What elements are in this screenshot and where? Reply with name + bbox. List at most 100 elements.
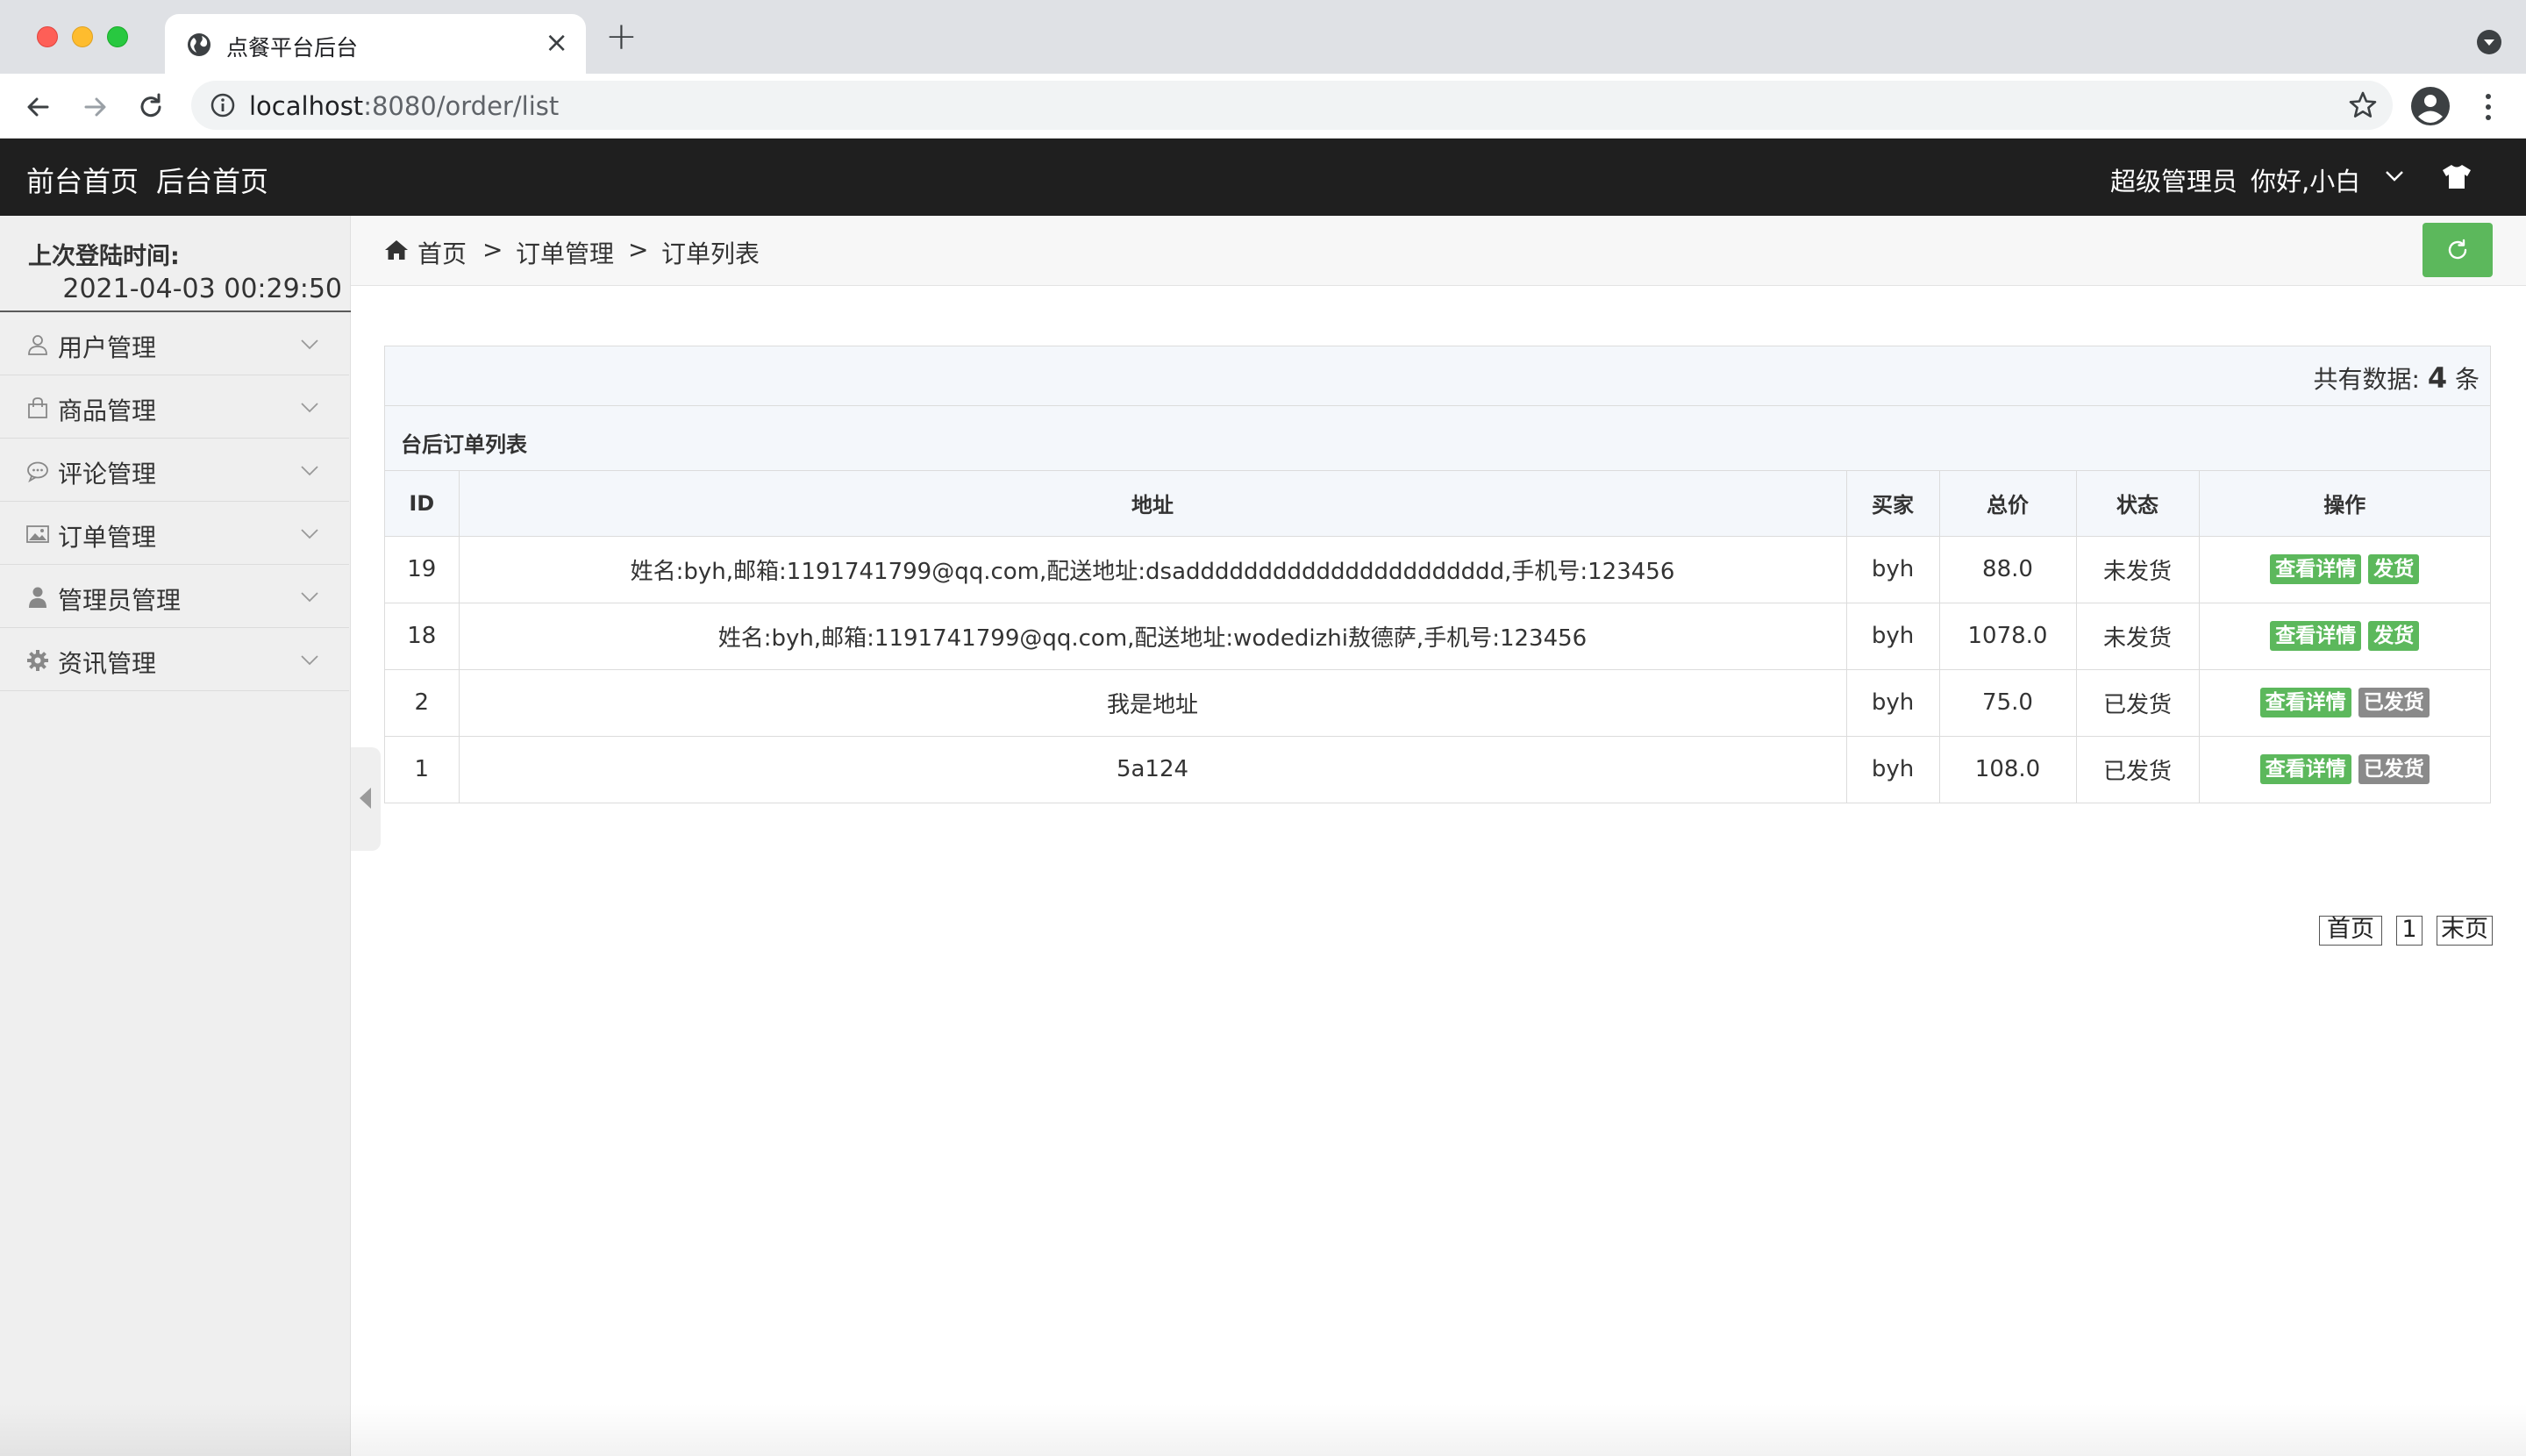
profile-avatar-icon[interactable] [2410, 86, 2451, 126]
table-header-row: ID 地址 买家 总价 状态 操作 [385, 471, 2490, 537]
window-zoom-button[interactable] [107, 26, 128, 47]
view-details-button[interactable]: 查看详情 [2259, 688, 2351, 717]
refresh-button[interactable] [2423, 223, 2493, 277]
sidebar-item-label: 订单管理 [58, 523, 157, 552]
cell-actions: 查看详情 已发货 [2198, 668, 2490, 737]
url-path: :8080/order/list [363, 91, 560, 121]
sidebar-item-products[interactable]: 商品管理 [0, 375, 349, 439]
cell-total: 1078.0 [1938, 602, 2077, 670]
cell-address: 姓名:byh,邮箱:1191741799@qq.com,配送地址:wodediz… [458, 602, 1847, 670]
view-details-button[interactable]: 查看详情 [2270, 554, 2362, 584]
sidebar-item-comments[interactable]: 评论管理 [0, 439, 349, 502]
cell-total: 75.0 [1938, 668, 2077, 737]
front-home-link[interactable]: 前台首页 [26, 160, 139, 200]
record-count: 共有数据: 4 条 [2313, 360, 2480, 396]
bookmark-star-icon[interactable] [2347, 89, 2379, 121]
chevron-down-icon [301, 655, 318, 666]
ship-button[interactable]: 发货 [2368, 621, 2420, 651]
chevron-down-icon [301, 466, 318, 476]
sidebar-item-label: 评论管理 [58, 460, 157, 489]
back-arrow-icon[interactable] [21, 89, 56, 125]
window-close-button[interactable] [37, 26, 58, 47]
pager-first-button[interactable]: 首页 [2319, 916, 2382, 946]
cell-buyer: byh [1845, 602, 1940, 670]
chevron-down-icon[interactable] [2384, 168, 2405, 184]
column-header-buyer: 买家 [1845, 471, 1940, 537]
cell-status: 未发货 [2075, 602, 2200, 670]
info-icon[interactable] [209, 91, 237, 119]
app-header: 前台首页 后台首页 超级管理员 你好,小白 [0, 139, 2526, 216]
breadcrumb-order-list: 订单列表 [661, 239, 760, 268]
sidebar: 上次登陆时间: 2021-04-03 00:29:50 用户管理 商品管理 评论… [0, 216, 351, 1456]
person-icon [29, 587, 46, 608]
orders-panel: 共有数据: 4 条 台后订单列表 ID 地址 买家 总价 状态 操作 19 姓名… [384, 346, 2491, 803]
column-header-status: 状态 [2075, 471, 2200, 537]
shipped-button[interactable]: 已发货 [2358, 688, 2430, 717]
ship-button[interactable]: 发货 [2368, 554, 2420, 584]
tab-close-button[interactable]: × [545, 26, 568, 58]
tab-search-button[interactable] [2477, 30, 2501, 54]
picture-icon [26, 525, 49, 543]
sidebar-item-orders[interactable]: 订单管理 [0, 502, 349, 565]
sidebar-item-label: 商品管理 [58, 396, 157, 425]
browser-tab[interactable]: 点餐平台后台 × [165, 14, 586, 74]
sidebar-item-label: 资讯管理 [58, 649, 157, 678]
refresh-icon [2448, 239, 2467, 260]
browser-tab-bar: 点餐平台后台 × + [0, 0, 2526, 74]
cell-actions: 查看详情 已发货 [2198, 735, 2490, 803]
browser-toolbar: localhost:8080/order/list [0, 74, 2526, 139]
gear-icon [27, 650, 48, 671]
orders-table: ID 地址 买家 总价 状态 操作 19 姓名:byh,邮箱:119174179… [385, 471, 2490, 803]
bag-icon [28, 397, 47, 418]
cell-address: 姓名:byh,邮箱:1191741799@qq.com,配送地址:dsadddd… [458, 535, 1847, 603]
window-minimize-button[interactable] [72, 26, 93, 47]
column-header-id: ID [385, 471, 460, 537]
skin-shirt-icon[interactable] [2442, 161, 2472, 191]
count-value: 4 [2427, 361, 2448, 395]
pager-page-1[interactable]: 1 [2396, 916, 2423, 946]
cell-id: 1 [385, 735, 460, 803]
panel-title: 台后订单列表 [401, 432, 527, 457]
sidebar-item-admins[interactable]: 管理员管理 [0, 565, 349, 628]
address-bar[interactable]: localhost:8080/order/list [191, 81, 2393, 130]
url-text[interactable]: localhost:8080/order/list [249, 91, 559, 121]
table-row: 2 我是地址 byh 75.0 已发货 查看详情 已发货 [385, 668, 2490, 737]
view-details-button[interactable]: 查看详情 [2270, 621, 2362, 651]
shipped-button[interactable]: 已发货 [2358, 754, 2430, 784]
column-header-address: 地址 [458, 471, 1847, 537]
table-row: 18 姓名:byh,邮箱:1191741799@qq.com,配送地址:wode… [385, 602, 2490, 670]
user-icon [28, 335, 47, 355]
back-home-link[interactable]: 后台首页 [156, 160, 268, 200]
chevron-down-icon [301, 339, 318, 350]
sidebar-collapse-handle[interactable] [351, 747, 381, 851]
forward-arrow-icon[interactable] [77, 89, 112, 125]
last-login-label: 上次登陆时间: [28, 243, 180, 270]
panel-title-row: 台后订单列表 [385, 406, 2490, 471]
last-login-time: 2021-04-03 00:29:50 [62, 274, 342, 304]
pager-last-button[interactable]: 末页 [2437, 916, 2493, 946]
table-row: 19 姓名:byh,邮箱:1191741799@qq.com,配送地址:dsad… [385, 535, 2490, 603]
cell-actions: 查看详情 发货 [2198, 535, 2490, 603]
browser-menu-icon[interactable] [2475, 89, 2501, 125]
admin-role-label: 超级管理员 [2110, 167, 2238, 196]
last-login-box: 上次登陆时间: 2021-04-03 00:29:50 [0, 216, 351, 312]
sidebar-item-news[interactable]: 资讯管理 [0, 628, 349, 691]
cell-status: 已发货 [2075, 735, 2200, 803]
sidebar-item-label: 用户管理 [58, 333, 157, 362]
reload-icon[interactable] [133, 89, 168, 125]
sidebar-item-label: 管理员管理 [58, 586, 182, 615]
sidebar-item-users[interactable]: 用户管理 [0, 312, 349, 375]
breadcrumb-order-management[interactable]: 订单管理 [516, 235, 614, 270]
cell-buyer: byh [1845, 535, 1940, 603]
breadcrumb-separator: > [482, 235, 503, 264]
chevron-down-icon [301, 592, 318, 603]
new-tab-button[interactable]: + [605, 18, 638, 56]
breadcrumb-home-link[interactable]: 首页 [417, 235, 467, 270]
record-count-bar: 共有数据: 4 条 [385, 346, 2490, 406]
view-details-button[interactable]: 查看详情 [2259, 754, 2351, 784]
cell-buyer: byh [1845, 668, 1940, 737]
tab-title: 点餐平台后台 [226, 35, 359, 61]
globe-icon [188, 33, 210, 56]
comment-icon [27, 461, 48, 482]
user-greeting-menu[interactable]: 你好,小白 [2251, 161, 2360, 198]
